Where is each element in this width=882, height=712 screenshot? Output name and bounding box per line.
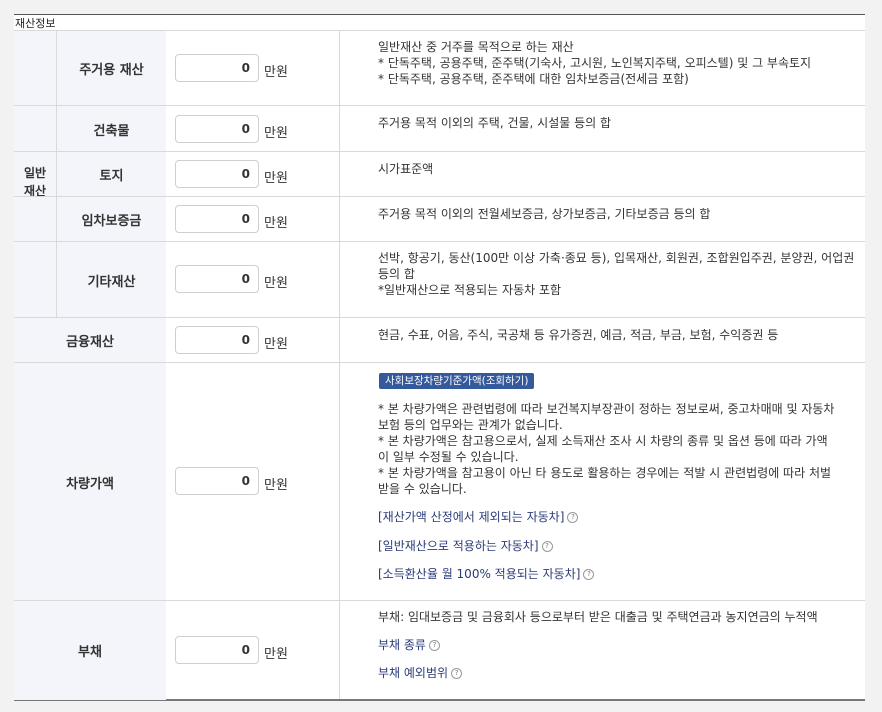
row-label: 금융재산 (14, 318, 166, 363)
link-text[interactable]: 부채 예외범위 (378, 666, 448, 680)
desc-line: * 단독주택, 공용주택, 준주택에 대한 임차보증금(전세금 포함) (378, 72, 689, 86)
row-label: 차량가액 (14, 363, 166, 601)
desc-line: 현금, 수표, 어음, 주식, 국공채 등 유가증권, 예금, 적금, 부금, … (378, 328, 779, 342)
help-circle-icon[interactable]: ? (567, 512, 579, 523)
help-circle-icon[interactable]: ? (583, 569, 595, 580)
vehicle-price-lookup-button[interactable]: 사회보장차량기준가액(조회하기) (379, 373, 535, 389)
unit-label: 만원 (264, 126, 288, 141)
desc-line: 일반재산 중 거주를 목적으로 하는 재산 (378, 40, 574, 54)
unit-label: 만원 (264, 171, 288, 186)
unit-label: 만원 (264, 65, 288, 80)
desc-line: * 본 차량가액을 참고용이 아닌 타 용도로 활용하는 경우에는 적발 시 관… (378, 466, 832, 480)
debt-exceptions-link[interactable]: 부채 예외범위? (378, 664, 463, 681)
desc-line: 부채: 임대보증금 및 금융회사 등으로부터 받은 대출금 및 주택연금과 농지… (378, 610, 818, 624)
debt-types-link[interactable]: 부채 종류? (378, 636, 440, 653)
building-amount-input[interactable] (175, 115, 259, 143)
row-description: 주거용 목적 이외의 주택, 건물, 시설물 등의 합 (378, 115, 859, 131)
desc-line: 주거용 목적 이외의 주택, 건물, 시설물 등의 합 (378, 116, 612, 130)
link-text[interactable]: [일반재산으로 적용하는 자동차] (378, 539, 539, 553)
desc-line: *일반재산으로 적용되는 자동차 포함 (378, 283, 562, 297)
unit-label: 만원 (264, 337, 288, 352)
link-text[interactable]: [소득환산율 월 100% 적용되는 자동차] (378, 567, 580, 581)
unit-label: 만원 (264, 647, 288, 662)
row-label: 임차보증금 (57, 197, 166, 242)
row-label: 기타재산 (57, 242, 166, 318)
full-conversion-vehicle-link[interactable]: [소득환산율 월 100% 적용되는 자동차]? (378, 565, 595, 582)
desc-line: 받을 수 있습니다. (378, 482, 467, 496)
row-financial: 금융재산 만원 현금, 수표, 어음, 주식, 국공채 등 유가증권, 예금, … (14, 317, 865, 363)
row-label: 주거용 재산 (57, 31, 166, 106)
row-label: 토지 (57, 152, 166, 197)
unit-label: 만원 (264, 216, 288, 231)
row-label: 부채 (14, 601, 166, 700)
vehicle-description: * 본 차량가액은 관련법령에 따라 보건복지부장관이 정하는 정보로써, 중고… (378, 401, 859, 497)
desc-line: * 본 차량가액은 관련법령에 따라 보건복지부장관이 정하는 정보로써, 중고… (378, 402, 835, 416)
other-assets-amount-input[interactable] (175, 265, 259, 293)
row-description: 현금, 수표, 어음, 주식, 국공채 등 유가증권, 예금, 적금, 부금, … (378, 327, 859, 343)
desc-line: 이 일부 수정될 수 있습니다. (378, 450, 519, 464)
desc-line: 시가표준액 (378, 162, 434, 176)
excluded-vehicle-link[interactable]: [재산가액 산정에서 제외되는 자동차]? (378, 508, 579, 525)
section-title: 재산정보 (15, 17, 56, 30)
row-description: 선박, 항공기, 동산(100만 이상 가축·종묘 등), 입목재산, 회원권,… (378, 250, 859, 298)
link-text[interactable]: [재산가액 산정에서 제외되는 자동차] (378, 510, 564, 524)
desc-line: * 단독주택, 공용주택, 준주택(기숙사, 고시원, 노인복지주택, 오피스텔… (378, 56, 812, 70)
debt-amount-input[interactable] (175, 636, 259, 664)
unit-label: 만원 (264, 276, 288, 291)
unit-label: 만원 (264, 478, 288, 493)
general-asset-vehicle-link[interactable]: [일반재산으로 적용하는 자동차]? (378, 537, 553, 554)
desc-line: 등의 합 (378, 267, 415, 281)
vehicle-amount-input[interactable] (175, 467, 259, 495)
desc-line: 보험 등의 업무와는 관계가 없습니다. (378, 418, 563, 432)
row-building: 건축물 만원 주거용 목적 이외의 주택, 건물, 시설물 등의 합 (14, 105, 865, 152)
row-label: 건축물 (57, 106, 166, 152)
financial-amount-input[interactable] (175, 326, 259, 354)
land-amount-input[interactable] (175, 160, 259, 188)
row-description: 부채: 임대보증금 및 금융회사 등으로부터 받은 대출금 및 주택연금과 농지… (378, 609, 859, 625)
lease-deposit-amount-input[interactable] (175, 205, 259, 233)
row-residential: 주거용 재산 만원 일반재산 중 거주를 목적으로 하는 재산 * 단독주택, … (14, 30, 865, 106)
row-description: 시가표준액 (378, 161, 859, 177)
residential-amount-input[interactable] (175, 54, 259, 82)
row-land: 토지 만원 시가표준액 (14, 151, 865, 197)
desc-line: 주거용 목적 이외의 전월세보증금, 상가보증금, 기타보증금 등의 합 (378, 207, 711, 221)
row-description: 주거용 목적 이외의 전월세보증금, 상가보증금, 기타보증금 등의 합 (378, 206, 859, 222)
row-lease-deposit: 임차보증금 만원 주거용 목적 이외의 전월세보증금, 상가보증금, 기타보증금… (14, 196, 865, 242)
link-text[interactable]: 부채 종류 (378, 638, 426, 652)
row-other-assets: 기타재산 만원 선박, 항공기, 동산(100만 이상 가축·종묘 등), 입목… (14, 241, 865, 318)
desc-line: 선박, 항공기, 동산(100만 이상 가축·종묘 등), 입목재산, 회원권,… (378, 251, 855, 265)
help-circle-icon[interactable]: ? (451, 668, 463, 679)
asset-info-panel: 재산정보 일반재산 주거용 재산 만원 일반재산 중 거주를 목적으로 하는 재… (14, 14, 865, 701)
row-description: 일반재산 중 거주를 목적으로 하는 재산 * 단독주택, 공용주택, 준주택(… (378, 39, 859, 87)
help-circle-icon[interactable]: ? (428, 640, 440, 651)
desc-line: * 본 차량가액은 참고용으로서, 실제 소득재산 조사 시 차량의 종류 및 … (378, 434, 828, 448)
help-circle-icon[interactable]: ? (541, 541, 553, 552)
